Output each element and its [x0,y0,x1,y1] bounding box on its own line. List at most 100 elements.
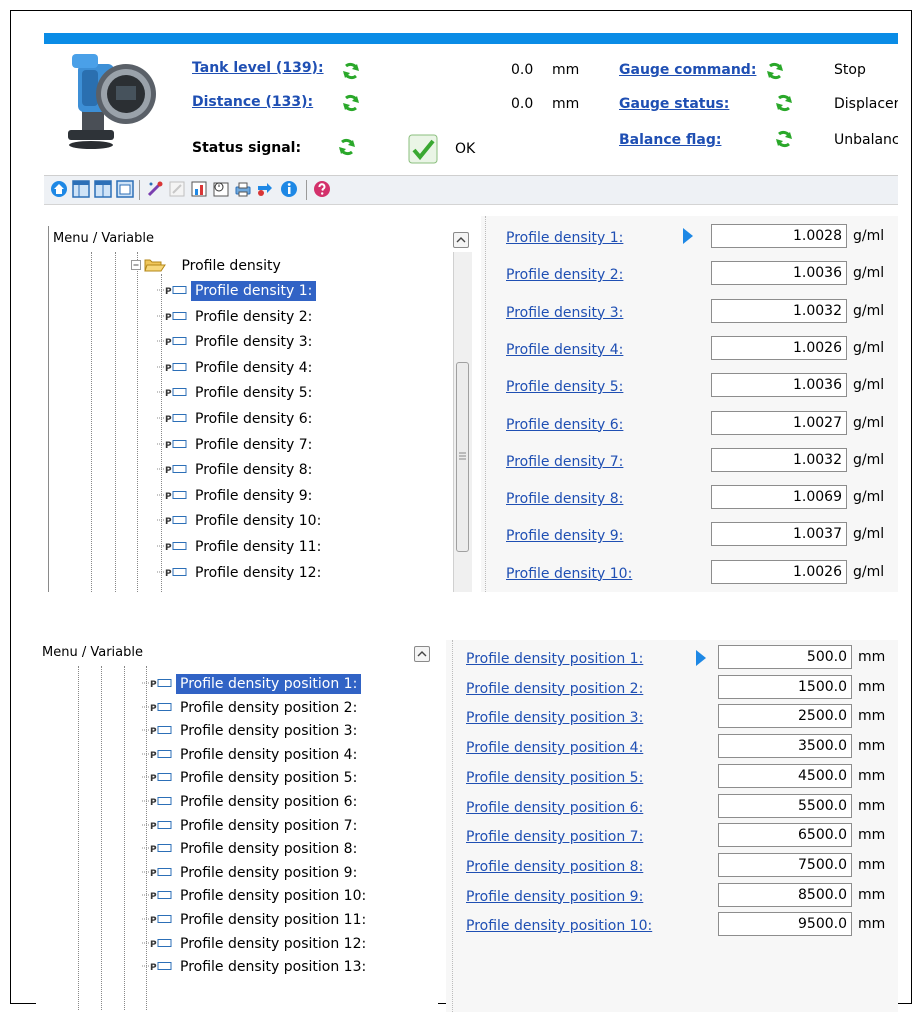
parameter-link[interactable]: Profile density position 9: [466,889,643,905]
parameter-icon: P [157,337,187,348]
parameter-link[interactable]: Profile density position 4: [466,740,643,756]
gauge-status-link[interactable]: Gauge status: [619,96,729,112]
parameter-link[interactable]: Profile density 3: [506,305,623,321]
parameter-link[interactable]: Profile density position 2: [466,681,643,697]
parameter-link[interactable]: Profile density 8: [506,491,623,507]
refresh-icon[interactable] [342,94,360,112]
clock-icon[interactable] [212,180,230,198]
value-field[interactable]: 1500.0 [718,674,852,699]
tree-item[interactable]: P Profile density 11: [157,536,325,558]
value-field[interactable]: 1.0026 [711,559,847,584]
value-field[interactable]: 4500.0 [718,763,852,788]
refresh-icon[interactable] [775,130,793,148]
parameter-link[interactable]: Profile density position 5: [466,770,643,786]
value-field[interactable]: 5500.0 [718,793,852,818]
refresh-icon[interactable] [342,62,360,80]
tree-item[interactable]: P Profile density position 4: [142,744,361,766]
refresh-icon[interactable] [775,94,793,112]
tree-item[interactable]: P Profile density 7: [157,434,316,456]
chart-icon[interactable] [190,180,208,198]
tree-item[interactable]: P Profile density 9: [157,485,316,507]
tree-item[interactable]: P Profile density position 8: [142,838,361,860]
value-field[interactable]: 1.0027 [711,410,847,435]
help-icon[interactable] [313,180,331,198]
tree-item[interactable]: P Profile density 12: [157,562,325,584]
parameter-link[interactable]: Profile density position 1: [466,651,643,667]
wizard-icon[interactable] [146,180,164,198]
value-field[interactable]: 8500.0 [718,882,852,907]
tree-item[interactable]: P Profile density 5: [157,382,316,404]
value-field[interactable]: 1.0032 [711,298,847,323]
value-field[interactable]: 1.0037 [711,522,847,547]
parameter-link[interactable]: Profile density position 10: [466,918,652,934]
scrollbar-thumb[interactable] [456,362,469,552]
tree-item[interactable]: P Profile density position 12: [142,933,370,955]
edit-icon[interactable] [168,180,186,198]
parameter-link[interactable]: Profile density 2: [506,267,623,283]
parameter-link[interactable]: Profile density position 8: [466,859,643,875]
tree-folder[interactable]: Profile density [131,255,285,277]
refresh-icon[interactable] [338,138,356,156]
gauge-command-link[interactable]: Gauge command: [619,62,756,78]
tank-level-link[interactable]: Tank level (139): [192,60,324,76]
value-field[interactable]: 1.0028 [711,224,847,248]
value-field[interactable]: 6500.0 [718,823,852,848]
parameter-link[interactable]: Profile density 9: [506,528,623,544]
tree-item[interactable]: P Profile density position 11: [142,909,370,931]
tree-item-label: Profile density 1: [191,281,317,301]
parameter-link[interactable]: Profile density 4: [506,342,623,358]
parameter-link[interactable]: Profile density position 6: [466,800,643,816]
scrollbar[interactable] [453,252,472,592]
parameter-link[interactable]: Profile density position 3: [466,710,643,726]
value-field[interactable]: 9500.0 [718,912,852,937]
tree-item[interactable]: P Profile density 1: [157,280,317,302]
svg-text:P: P [165,338,172,347]
value-field[interactable]: 1.0032 [711,447,847,472]
value-field[interactable]: 1.0069 [711,485,847,510]
value-field[interactable]: 500.0 [718,645,852,669]
value-field[interactable]: 1.0036 [711,261,847,286]
layout-1-icon[interactable] [72,180,90,198]
transfer-icon[interactable] [256,180,274,198]
tree-item[interactable]: P Profile density 4: [157,357,316,379]
tree-item[interactable]: P Profile density 8: [157,459,316,481]
title-bar [44,33,898,44]
value-field[interactable]: 1.0026 [711,335,847,360]
tree-item[interactable]: P Profile density position 9: [142,862,361,884]
tree-item[interactable]: P Profile density position 5: [142,767,361,789]
tree-item[interactable]: P Profile density 6: [157,408,316,430]
info-icon[interactable] [280,180,298,198]
parameter-link[interactable]: Profile density position 7: [466,829,643,845]
tree-item[interactable]: P Profile density position 10: [142,885,370,907]
value-field[interactable]: 2500.0 [718,704,852,729]
print-icon[interactable] [234,180,252,198]
collapse-button[interactable] [453,232,469,248]
tree-item[interactable]: P Profile density position 6: [142,791,361,813]
svg-text:P: P [150,940,157,949]
parameter-link[interactable]: Profile density 6: [506,417,623,433]
tree-item[interactable]: P Profile density position 1: [142,673,362,695]
layout-2-icon[interactable] [94,180,112,198]
distance-link[interactable]: Distance (133): [192,94,313,110]
value-field[interactable]: 1.0036 [711,373,847,398]
tree-item[interactable]: P Profile density position 13: [142,956,370,978]
device-header: Tank level (139): 0.0 mm Distance (133):… [44,44,898,176]
tree-item[interactable]: P Profile density 3: [157,331,316,353]
tree-item[interactable]: P Profile density position 2: [142,697,361,719]
value-field[interactable]: 7500.0 [718,852,852,877]
tree-item[interactable]: P Profile density 2: [157,306,316,328]
layout-3-icon[interactable] [116,180,134,198]
parameter-link[interactable]: Profile density 5: [506,379,623,395]
tree-item[interactable]: P Profile density position 7: [142,815,361,837]
parameter-link[interactable]: Profile density 10: [506,566,632,582]
refresh-icon[interactable] [766,62,784,80]
tree-item[interactable]: P Profile density 10: [157,510,325,532]
parameter-link[interactable]: Profile density 7: [506,454,623,470]
tree-item-label: Profile density 4: [195,359,313,376]
tree-item[interactable]: P Profile density position 3: [142,720,361,742]
balance-flag-link[interactable]: Balance flag: [619,132,721,148]
parameter-link[interactable]: Profile density 1: [506,230,623,246]
home-icon[interactable] [50,180,68,198]
value-field[interactable]: 3500.0 [718,734,852,759]
collapse-button[interactable] [414,646,430,662]
